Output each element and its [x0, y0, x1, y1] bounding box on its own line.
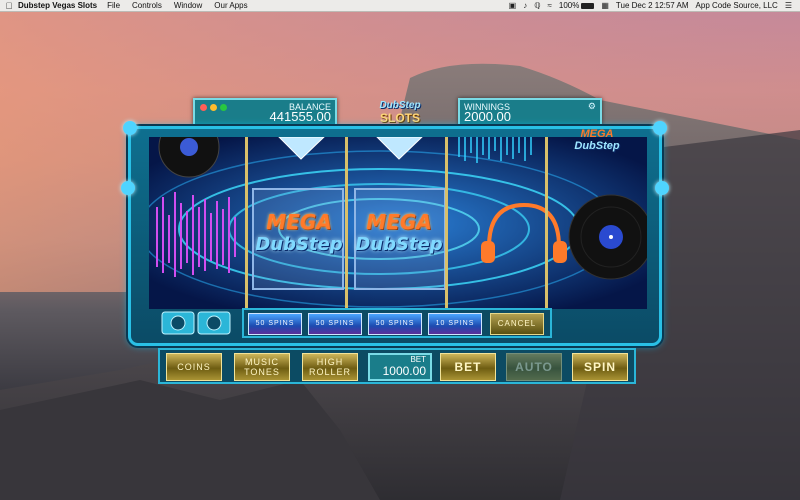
menu-app-name[interactable]: Dubstep Vegas Slots — [18, 1, 97, 10]
notification-center-icon[interactable]: ☰ — [785, 1, 792, 10]
spin-option-4-button[interactable]: 10 SPINS — [428, 313, 482, 335]
winnings-value: 2000.00 — [464, 109, 511, 124]
spin-option-3-button[interactable]: 50 SPINS — [368, 313, 422, 335]
corner-ornament-icon — [121, 181, 135, 195]
winnings-panel: WINNINGS ⚙ 2000.00 — [458, 98, 602, 128]
bet-button-label: BET — [454, 360, 482, 374]
menu-our-apps[interactable]: Our Apps — [214, 1, 247, 10]
reel-symbol-mega: MEGA — [366, 210, 432, 234]
reel-symbol-dubstep: DubStep — [255, 234, 343, 255]
mega-dubstep-badge: MEGA DubStep — [552, 128, 642, 152]
reel-5 — [549, 137, 647, 309]
speaker-icon — [161, 311, 231, 335]
tones-label: TONES — [244, 367, 280, 377]
volume-icon[interactable]: ♪ — [523, 1, 527, 10]
menu-controls[interactable]: Controls — [132, 1, 162, 10]
corner-ornament-icon — [653, 121, 667, 135]
battery-indicator[interactable]: 100% — [558, 1, 595, 10]
bet-label: BET — [410, 355, 426, 364]
reel-2: MEGA DubStep — [249, 137, 348, 309]
spin-option-2-button[interactable]: 50 SPINS — [308, 313, 362, 335]
coins-button[interactable]: COINS — [166, 353, 222, 381]
minimize-window-icon[interactable] — [210, 104, 217, 111]
status-area: ▣ ♪ ℚ ≈ 100% ▦ Tue Dec 2 12:57 AM App Co… — [509, 1, 800, 10]
menu-user[interactable]: App Code Source, LLC — [696, 1, 778, 10]
high-label: HIGH — [316, 357, 344, 367]
reel-4 — [449, 137, 548, 309]
bet-value: 1000.00 — [382, 364, 426, 378]
logo-line-2: SLOTS — [379, 111, 420, 125]
reel-3: MEGA DubStep — [349, 137, 448, 309]
auto-button[interactable]: AUTO — [506, 353, 562, 381]
balance-panel: BALANCE 441555.00 — [193, 98, 337, 128]
zoom-window-icon[interactable] — [220, 104, 227, 111]
apple-icon[interactable]:  — [0, 1, 18, 11]
game-logo: DubStep SLOTS — [370, 100, 430, 128]
badge-line-2: DubStep — [574, 140, 620, 152]
balance-value: 441555.00 — [269, 109, 331, 124]
coins-label: COINS — [177, 362, 211, 372]
reel-symbol-dubstep: DubStep — [355, 234, 443, 255]
menu-bar:  Dubstep Vegas Slots File Controls Wind… — [0, 0, 800, 12]
corner-ornament-icon — [123, 121, 137, 135]
badge-line-1: MEGA — [580, 128, 614, 140]
gear-icon[interactable]: ⚙ — [588, 101, 596, 112]
spin-button-label: SPIN — [583, 360, 616, 374]
bet-display: BET 1000.00 — [368, 353, 432, 381]
auto-button-label: AUTO — [515, 360, 553, 374]
corner-ornament-icon — [655, 181, 669, 195]
high-roller-button[interactable]: HIGH ROLLER — [302, 353, 358, 381]
bet-button[interactable]: BET — [440, 353, 496, 381]
window-controls — [200, 104, 227, 111]
spin-button[interactable]: SPIN — [572, 353, 628, 381]
reel-symbol-mega: MEGA — [266, 210, 332, 234]
bluetooth-icon[interactable]: ℚ — [534, 1, 540, 10]
flag-icon[interactable]: ▦ — [601, 1, 609, 10]
menu-clock[interactable]: Tue Dec 2 12:57 AM — [616, 1, 689, 10]
reel-1 — [149, 137, 248, 309]
reels-area: MEGA DubStep MEGA DubStep — [149, 137, 647, 309]
battery-icon — [581, 2, 595, 9]
music-label: MUSIC — [245, 357, 279, 367]
battery-percent: 100% — [558, 1, 580, 10]
control-panel: COINS MUSIC TONES HIGH ROLLER BET 1000.0… — [158, 348, 636, 384]
airplay-icon[interactable]: ▣ — [509, 1, 517, 10]
close-window-icon[interactable] — [200, 104, 207, 111]
menu-file[interactable]: File — [107, 1, 120, 10]
spin-option-1-button[interactable]: 50 SPINS — [248, 313, 302, 335]
auto-spin-options: 50 SPINS 50 SPINS 50 SPINS 10 SPINS CANC… — [242, 308, 552, 338]
cancel-button[interactable]: CANCEL — [490, 313, 544, 335]
menu-window[interactable]: Window — [174, 1, 202, 10]
roller-label: ROLLER — [308, 367, 351, 377]
wifi-icon[interactable]: ≈ — [547, 1, 551, 10]
music-tones-button[interactable]: MUSIC TONES — [234, 353, 290, 381]
